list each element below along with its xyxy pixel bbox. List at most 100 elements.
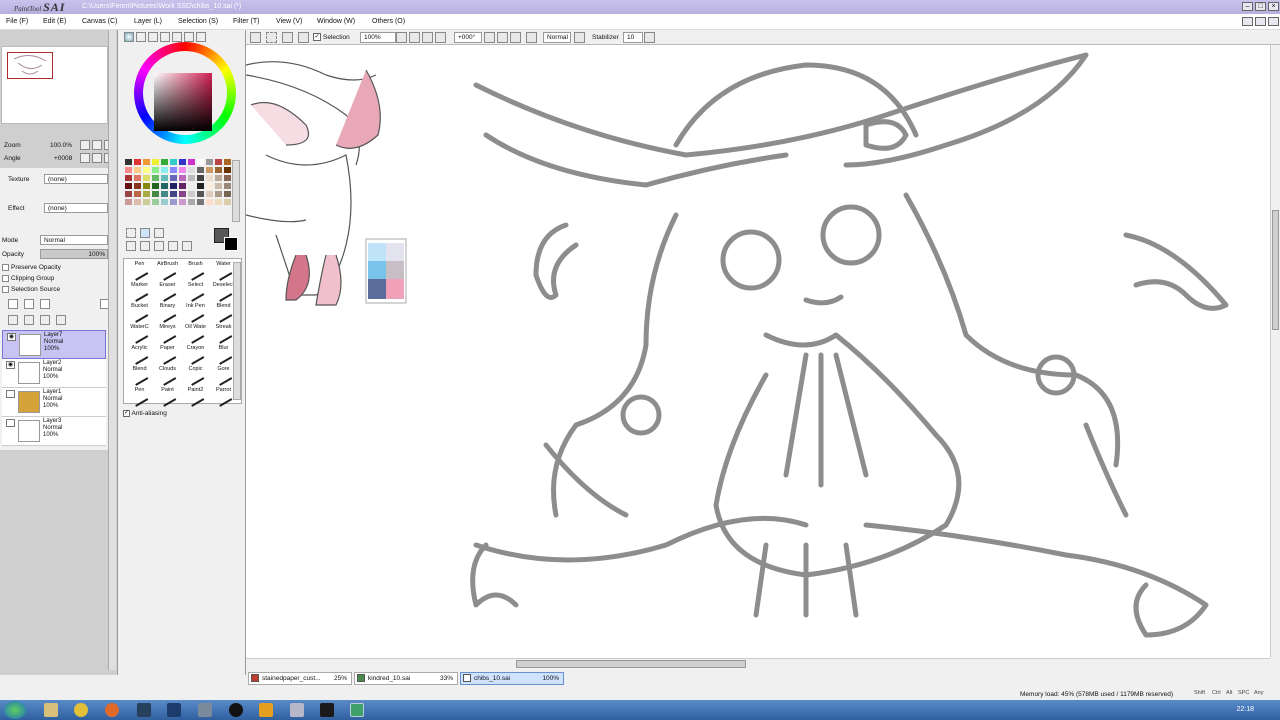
color-swatch-cell[interactable] <box>151 182 160 190</box>
color-swatch-cell[interactable] <box>187 166 196 174</box>
brush-tool-gore[interactable]: Gore <box>212 366 235 387</box>
new-folder-icon[interactable] <box>40 299 50 309</box>
brush-tool-copic[interactable]: Copic <box>184 366 207 387</box>
drawing-canvas[interactable] <box>246 45 1270 658</box>
color-swatch-cell[interactable] <box>160 198 169 206</box>
color-swatch-cell[interactable] <box>169 158 178 166</box>
tool-grid-scrollbar[interactable] <box>233 262 241 400</box>
brush-tool-parrot[interactable]: Parrot <box>212 387 235 408</box>
color-swatch-cell[interactable] <box>160 190 169 198</box>
file-tab-kindred[interactable]: kindred_10.sai 33% <box>354 672 458 685</box>
selection-checkbox[interactable]: ✓ <box>313 33 321 41</box>
eye-icon[interactable] <box>6 390 15 398</box>
close-button[interactable]: × <box>1268 2 1279 11</box>
brush-tool-marker[interactable]: Marker <box>128 282 151 303</box>
brush-tool-blur[interactable]: Blur <box>212 345 235 366</box>
color-swatch-cell[interactable] <box>169 174 178 182</box>
color-swatch-cell[interactable] <box>133 166 142 174</box>
eyedropper-icon[interactable] <box>182 241 192 251</box>
color-swatch-cell[interactable] <box>205 190 214 198</box>
color-swatch-cell[interactable] <box>214 198 223 206</box>
brush-tool-waterc[interactable]: WaterC <box>128 324 151 345</box>
color-swatch-cell[interactable] <box>124 182 133 190</box>
color-swatch-cell[interactable] <box>205 166 214 174</box>
brush-tool-pen[interactable]: Pen <box>128 387 151 408</box>
crop-icon[interactable] <box>298 32 309 43</box>
color-swatch-cell[interactable] <box>169 182 178 190</box>
delete-layer-icon[interactable] <box>56 315 66 325</box>
zoom-out-icon[interactable] <box>396 32 407 43</box>
color-swatch-cell[interactable] <box>196 166 205 174</box>
swatches-tab-icon[interactable] <box>160 32 170 42</box>
navigator-thumbnail[interactable] <box>7 52 53 79</box>
brush-tool-bucket[interactable]: Bucket <box>128 303 151 324</box>
app-icon-3[interactable] <box>198 703 212 717</box>
color-swatch-cell[interactable] <box>151 174 160 182</box>
brush-tool-pen[interactable]: Pen <box>128 261 151 282</box>
color-swatch-cell[interactable] <box>223 174 232 182</box>
color-swatch-cell[interactable] <box>178 198 187 206</box>
color-swatch-cell[interactable] <box>178 182 187 190</box>
color-swatch-cell[interactable] <box>151 158 160 166</box>
color-swatch-cell[interactable] <box>196 182 205 190</box>
eye-icon[interactable] <box>6 419 15 427</box>
brush-tool-mireys[interactable]: Mireys <box>156 324 179 345</box>
brush-tool-paint2[interactable]: Paint2 <box>184 387 207 408</box>
menu-selection[interactable]: Selection (S) <box>178 14 218 30</box>
swatch-scrollbar[interactable] <box>232 160 240 222</box>
color-swatch-cell[interactable] <box>124 198 133 206</box>
brush-tool-clouds[interactable]: Clouds <box>156 366 179 387</box>
color-swatch-cell[interactable] <box>223 182 232 190</box>
color-swatch-cell[interactable] <box>205 158 214 166</box>
rotate-left-button[interactable] <box>80 153 90 163</box>
rect-select-icon[interactable] <box>126 228 136 238</box>
file-tab-chibs[interactable]: chibs_10.sai 100% <box>460 672 564 685</box>
lasso-icon[interactable] <box>140 228 150 238</box>
color-swatch-cell[interactable] <box>124 158 133 166</box>
color-swatch-cell[interactable] <box>142 174 151 182</box>
move-icon[interactable] <box>126 241 136 251</box>
color-swatch-cell[interactable] <box>214 158 223 166</box>
color-swatch-cell[interactable] <box>124 174 133 182</box>
rgb-slider-tab-icon[interactable] <box>136 32 146 42</box>
menu-filter[interactable]: Filter (T) <box>233 14 259 30</box>
chrome-icon[interactable] <box>74 703 88 717</box>
preserve-opacity-checkbox[interactable] <box>2 264 9 271</box>
color-swatch-cell[interactable] <box>169 166 178 174</box>
layer-list-empty-area[interactable] <box>0 450 108 658</box>
canvas-vertical-scrollbar[interactable] <box>1270 45 1280 658</box>
app-icon-5[interactable] <box>290 703 304 717</box>
vlc-icon[interactable] <box>259 703 273 717</box>
flip-icon[interactable] <box>526 32 537 43</box>
color-swatch-cell[interactable] <box>187 182 196 190</box>
color-swatch-cell[interactable] <box>142 190 151 198</box>
color-swatch-cell[interactable] <box>133 190 142 198</box>
deselect-icon[interactable] <box>250 32 261 43</box>
opacity-slider[interactable]: 100% <box>40 249 108 259</box>
blend-mode-select[interactable]: Normal <box>40 235 108 245</box>
maximize-button[interactable]: □ <box>1255 2 1266 11</box>
doc-restore-button[interactable] <box>1255 17 1266 26</box>
zoom-actual-icon[interactable] <box>435 32 446 43</box>
vertical-scroll-thumb[interactable] <box>1272 210 1279 330</box>
brush-tool-crayon[interactable]: Crayon <box>184 345 207 366</box>
eye-icon[interactable]: ◉ <box>6 361 15 369</box>
color-swatch-cell[interactable] <box>178 174 187 182</box>
color-swatch-cell[interactable] <box>196 158 205 166</box>
brush-tool-paper[interactable]: Paper <box>156 345 179 366</box>
zoom-tool-icon[interactable] <box>140 241 150 251</box>
color-swatch-cell[interactable] <box>187 198 196 206</box>
rotate-reset-icon[interactable] <box>510 32 521 43</box>
color-swatch-cell[interactable] <box>205 198 214 206</box>
hand-tool-icon[interactable] <box>168 241 178 251</box>
angle-value[interactable]: +0008 <box>54 153 72 164</box>
brush-tool-oil-wate[interactable]: Oil Wate <box>184 324 207 345</box>
color-swatch-cell[interactable] <box>187 158 196 166</box>
view-toggle-icon[interactable] <box>574 32 585 43</box>
saturation-value-box[interactable] <box>154 73 212 131</box>
selection-source-row[interactable]: Selection Source <box>2 284 116 295</box>
layer-item-layer7[interactable]: ◉ Layer7 Normal 100% <box>2 330 106 359</box>
color-swatch-cell[interactable] <box>187 190 196 198</box>
menu-window[interactable]: Window (W) <box>317 14 355 30</box>
color-swatch-cell[interactable] <box>160 174 169 182</box>
